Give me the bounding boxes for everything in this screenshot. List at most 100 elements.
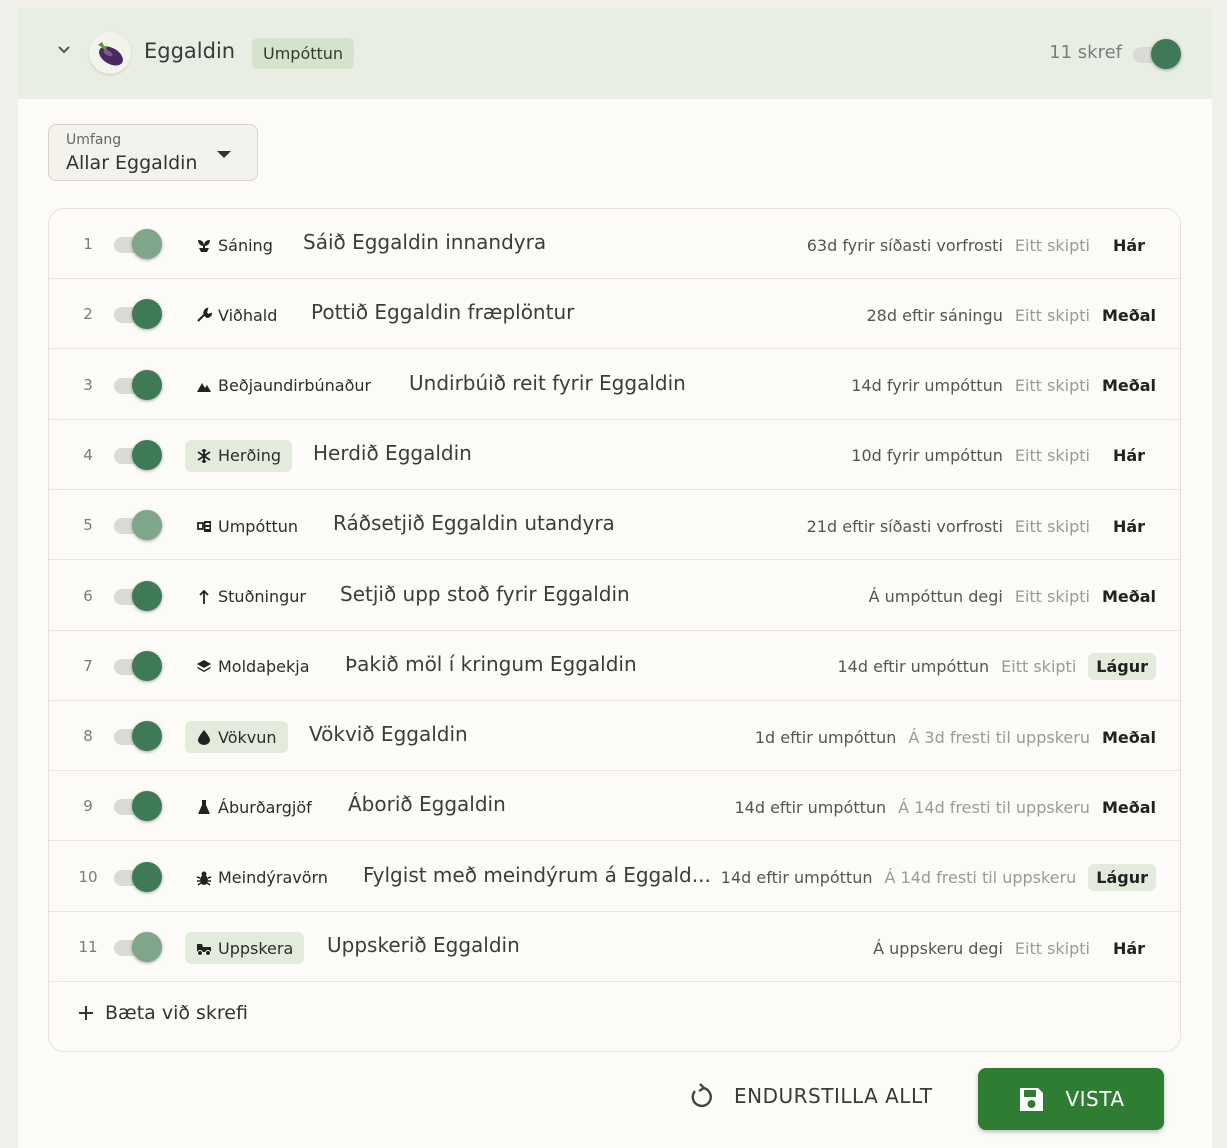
step-timing: 10d fyrir umpóttun: [851, 446, 1003, 466]
scope-value: Allar Eggaldin: [66, 152, 198, 174]
step-row[interactable]: 7 Moldaþekja Þakið möl í kringum Eggaldin 1…: [49, 631, 1180, 701]
step-priority: Meðal: [1101, 727, 1156, 747]
snowflake-icon: [197, 448, 211, 463]
crop-enabled-toggle[interactable]: [1131, 38, 1181, 70]
layers-icon: [197, 659, 211, 672]
step-frequency: Eitt skipti: [1014, 235, 1090, 255]
step-category[interactable]: Umpóttun: [185, 510, 309, 542]
step-row[interactable]: 3 Beðjaundirbúnaður Undirbúið reit fyrir E…: [49, 350, 1180, 420]
step-row[interactable]: 10 Meindýravörn Fylgist með meindýrum á Eg…: [49, 842, 1180, 912]
step-meta: 14d eftir umpóttun Eitt skipti Lágur: [837, 651, 1156, 683]
step-row[interactable]: 5 Umpóttun Ráðsetjið Eggaldin utandyra 21d …: [49, 490, 1180, 561]
step-title[interactable]: Ráðsetjið Eggaldin utandyra: [333, 511, 615, 535]
eggplant-icon: [89, 32, 131, 74]
step-category[interactable]: Vökvun: [185, 721, 288, 754]
step-title[interactable]: Áborið Eggaldin: [348, 792, 506, 816]
arrow-up-icon: [199, 589, 209, 604]
step-enabled-toggle[interactable]: [112, 650, 162, 682]
step-timing: Á umpóttun degi: [868, 587, 1003, 606]
step-row[interactable]: 8 Vökvun Vökvið Eggaldin 1d eftir umpóttun Á…: [49, 701, 1180, 772]
step-priority: Meðal: [1101, 376, 1156, 396]
step-meta: 10d fyrir umpóttun Eitt skipti Hár: [851, 440, 1156, 472]
step-row[interactable]: 2 Viðhald Pottið Eggaldin fræplöntur 28d ef…: [49, 279, 1180, 350]
plus-icon: [79, 1006, 93, 1020]
step-category[interactable]: Beðjaundirbúnaður: [185, 370, 382, 402]
reset-label: ENDURSTILLA ALLT: [734, 1084, 933, 1108]
step-enabled-toggle[interactable]: [112, 720, 162, 752]
step-title[interactable]: Herdið Eggaldin: [313, 441, 472, 465]
step-enabled-toggle[interactable]: [112, 509, 162, 541]
step-category-label: Uppskera: [218, 938, 294, 958]
step-row[interactable]: 1 Sáning Sáið Eggaldin innandyra 63d fyrir …: [49, 209, 1180, 279]
step-priority: Hár: [1112, 235, 1146, 255]
flask-icon: [198, 800, 210, 815]
step-title[interactable]: Pottið Eggaldin fræplöntur: [311, 300, 574, 324]
step-category[interactable]: Uppskera: [185, 932, 305, 964]
step-meta: Á umpóttun degi Eitt skipti Meðal: [869, 581, 1156, 613]
step-row[interactable]: 6 Stuðningur Setjið upp stoð fyrir Eggaldi…: [49, 561, 1180, 631]
step-priority: Hár: [1112, 516, 1146, 536]
chevron-down-icon[interactable]: [56, 41, 72, 57]
crop-name: Eggaldin: [144, 39, 236, 63]
step-title[interactable]: Fylgist með meindýrum á Eggald...: [363, 863, 711, 887]
step-priority: Meðal: [1101, 797, 1156, 817]
seedling-icon: [198, 240, 210, 252]
step-meta: 63d fyrir síðasti vorfrosti Eitt skipti Há…: [807, 229, 1156, 261]
step-frequency: Eitt skipti: [1014, 305, 1090, 325]
step-priority: Meðal: [1101, 587, 1156, 606]
step-category[interactable]: Áburðargjöf: [185, 791, 323, 823]
step-timing: 21d eftir síðasti vorfrosti: [806, 516, 1003, 536]
step-row[interactable]: 9 Áburðargjöf Áborið Eggaldin 14d eftir ump…: [49, 771, 1180, 842]
step-category-label: Stuðningur: [218, 587, 306, 606]
step-priority: Hár: [1112, 446, 1146, 466]
step-enabled-toggle[interactable]: [112, 931, 162, 963]
step-category[interactable]: Meindýravörn: [185, 862, 339, 894]
step-meta: 1d eftir umpóttun Á 3d fresti til uppsker…: [755, 721, 1156, 753]
step-title[interactable]: Sáið Eggaldin innandyra: [303, 230, 546, 254]
wrench-icon: [197, 307, 212, 323]
scope-label: Umfang: [66, 132, 122, 148]
reset-all-button[interactable]: ENDURSTILLA ALLT: [686, 1082, 933, 1110]
save-label: VISTA: [1065, 1087, 1125, 1111]
step-category[interactable]: Moldaþekja: [185, 651, 321, 683]
step-category-label: Herðing: [218, 446, 281, 466]
save-button[interactable]: VISTA: [978, 1068, 1164, 1130]
step-title[interactable]: Þakið möl í kringum Eggaldin: [345, 652, 637, 676]
step-timing: 28d eftir sáningu: [866, 305, 1003, 325]
step-category[interactable]: Herðing: [185, 439, 292, 472]
step-frequency: Eitt skipti: [1014, 587, 1090, 606]
step-enabled-toggle[interactable]: [112, 228, 162, 260]
step-enabled-toggle[interactable]: [112, 369, 162, 401]
terrain-icon: [197, 382, 211, 392]
crop-header[interactable]: Eggaldin Umpóttun 11 skref: [18, 8, 1212, 99]
step-category-label: Viðhald: [218, 305, 278, 325]
step-category-label: Beðjaundirbúnaður: [218, 376, 372, 396]
step-enabled-toggle[interactable]: [112, 439, 162, 471]
step-enabled-toggle[interactable]: [112, 861, 162, 893]
step-frequency: Á 3d fresti til uppskeru: [908, 727, 1090, 747]
step-frequency: Eitt skipti: [1014, 516, 1090, 536]
step-timing: 14d eftir umpóttun: [734, 797, 887, 817]
step-title[interactable]: Vökvið Eggaldin: [309, 722, 468, 746]
step-frequency: Eitt skipti: [1014, 938, 1090, 958]
step-timing: 14d fyrir umpóttun: [851, 376, 1003, 396]
step-category[interactable]: Stuðningur: [185, 581, 317, 613]
steps-list: 1 Sáning Sáið Eggaldin innandyra 63d fyrir …: [48, 208, 1181, 1052]
step-timing: 14d eftir umpóttun: [720, 868, 873, 888]
step-meta: 14d eftir umpóttun Á 14d fresti til uppsk…: [734, 791, 1156, 823]
step-category[interactable]: Sáning: [185, 229, 284, 261]
step-row[interactable]: 4 Herðing Herdið Eggaldin 10d fyrir umpóttu…: [49, 420, 1180, 490]
dropdown-caret-icon: [217, 151, 231, 158]
step-enabled-toggle[interactable]: [112, 298, 162, 330]
scope-select[interactable]: Umfang Allar Eggaldin: [48, 124, 258, 181]
step-title[interactable]: Undirbúið reit fyrir Eggaldin: [409, 371, 686, 395]
add-step-button[interactable]: Bæta við skrefi: [77, 1002, 248, 1024]
step-enabled-toggle[interactable]: [112, 790, 162, 822]
step-category[interactable]: Viðhald: [185, 299, 288, 331]
step-enabled-toggle[interactable]: [112, 580, 162, 612]
step-title[interactable]: Uppskerið Eggaldin: [327, 933, 520, 957]
step-priority: Lágur: [1088, 864, 1156, 892]
step-row[interactable]: 11 Uppskera Uppskerið Eggaldin Á uppskeru d…: [49, 912, 1180, 982]
step-title[interactable]: Setjið upp stoð fyrir Eggaldin: [340, 582, 630, 606]
add-step-label: Bæta við skrefi: [105, 1002, 248, 1024]
